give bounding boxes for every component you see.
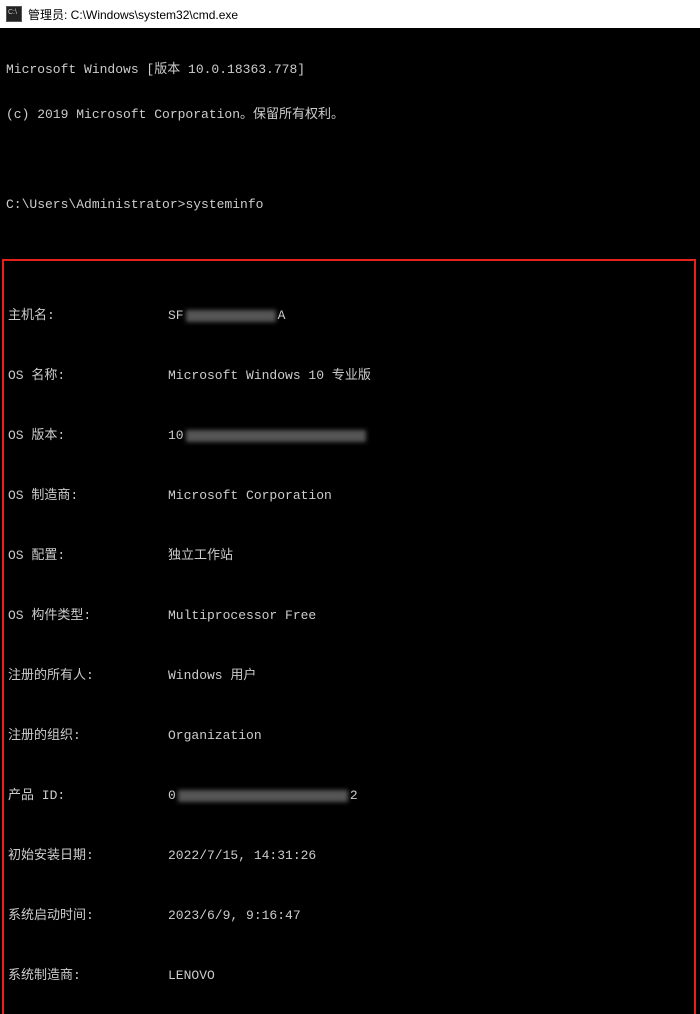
row-oscfg: OS 配置: 独立工作站 (8, 548, 690, 563)
window-title: 管理员: C:\Windows\system32\cmd.exe (28, 6, 238, 23)
value-sysmfr: LENOVO (168, 968, 690, 983)
label-install: 初始安装日期: (8, 848, 168, 863)
label-prodid: 产品 ID: (8, 788, 168, 803)
censored: xxxxxxxxxxxx (178, 790, 348, 802)
row-prodid: 产品 ID: 0xxxxxxxxxxxx2 (8, 788, 690, 803)
titlebar[interactable]: 管理员: C:\Windows\system32\cmd.exe (0, 0, 700, 28)
censored: xxxxxxxx (186, 310, 276, 322)
cmd-icon (6, 6, 22, 22)
label-oscfg: OS 配置: (8, 548, 168, 563)
row-regowner: 注册的所有人: Windows 用户 (8, 668, 690, 683)
value-regowner: Windows 用户 (168, 668, 690, 683)
value-install: 2022/7/15, 14:31:26 (168, 848, 690, 863)
value-regorg: Organization (168, 728, 690, 743)
row-osbuild: OS 构件类型: Multiprocessor Free (8, 608, 690, 623)
label-osname: OS 名称: (8, 368, 168, 383)
label-hostname: 主机名: (8, 308, 168, 323)
prompt-path: C:\Users\Administrator> (6, 197, 185, 212)
cmd-window: 管理员: C:\Windows\system32\cmd.exe Microso… (0, 0, 700, 507)
label-osver: OS 版本: (8, 428, 168, 443)
banner-line2: (c) 2019 Microsoft Corporation。保留所有权利。 (6, 107, 694, 122)
value-hostname: SFxxxxxxxxA (168, 308, 690, 323)
command-text: systeminfo (185, 197, 263, 212)
row-install: 初始安装日期: 2022/7/15, 14:31:26 (8, 848, 690, 863)
label-osbuild: OS 构件类型: (8, 608, 168, 623)
value-prodid: 0xxxxxxxxxxxx2 (168, 788, 690, 803)
label-sysmfr: 系统制造商: (8, 968, 168, 983)
terminal-output[interactable]: Microsoft Windows [版本 10.0.18363.778] (c… (0, 28, 700, 1014)
blank-line (6, 152, 694, 167)
value-boot: 2023/6/9, 9:16:47 (168, 908, 690, 923)
row-osname: OS 名称: Microsoft Windows 10 专业版 (8, 368, 690, 383)
row-sysmfr: 系统制造商: LENOVO (8, 968, 690, 983)
value-osver: 10xxxxxxxxxxxx (168, 428, 690, 443)
label-osmfr: OS 制造商: (8, 488, 168, 503)
row-boot: 系统启动时间: 2023/6/9, 9:16:47 (8, 908, 690, 923)
row-osmfr: OS 制造商: Microsoft Corporation (8, 488, 690, 503)
value-oscfg: 独立工作站 (168, 548, 690, 563)
label-boot: 系统启动时间: (8, 908, 168, 923)
row-hostname: 主机名: SFxxxxxxxxA (8, 308, 690, 323)
censored: xxxxxxxxxxxx (186, 430, 366, 442)
banner-line1: Microsoft Windows [版本 10.0.18363.778] (6, 62, 694, 77)
output-highlight-box: 主机名: SFxxxxxxxxA OS 名称: Microsoft Window… (2, 259, 696, 1014)
label-regorg: 注册的组织: (8, 728, 168, 743)
row-regorg: 注册的组织: Organization (8, 728, 690, 743)
value-osname: Microsoft Windows 10 专业版 (168, 368, 690, 383)
label-regowner: 注册的所有人: (8, 668, 168, 683)
value-osmfr: Microsoft Corporation (168, 488, 690, 503)
prompt-line: C:\Users\Administrator>systeminfo (6, 197, 694, 212)
row-osver: OS 版本: 10xxxxxxxxxxxx (8, 428, 690, 443)
value-osbuild: Multiprocessor Free (168, 608, 690, 623)
